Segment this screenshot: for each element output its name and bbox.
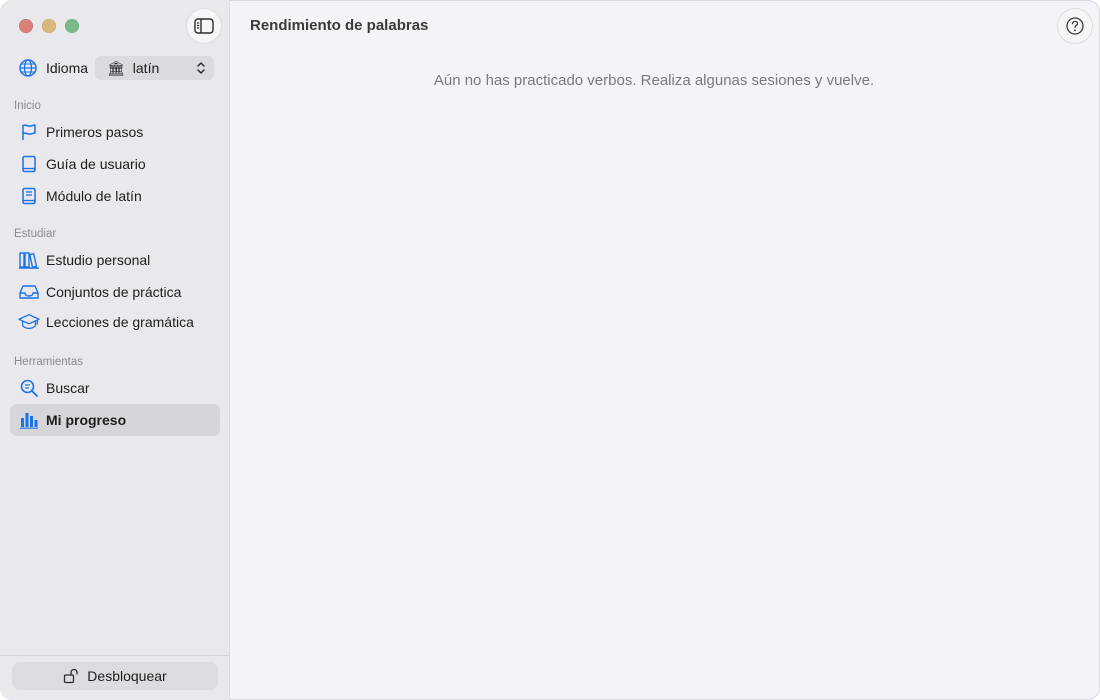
section-title-inicio: Inicio <box>14 100 41 112</box>
sidebar-item-lecciones-gramatica[interactable]: Lecciones de gramática <box>10 306 220 338</box>
zoom-window-button[interactable] <box>65 19 79 33</box>
tray-icon <box>18 281 40 303</box>
app-window: Idioma 🏛 latín Inicio Primeros pasos Guí… <box>0 0 1100 700</box>
language-row: Idioma 🏛 latín <box>18 56 214 80</box>
chevron-updown-icon <box>197 62 205 74</box>
sidebar-item-primeros-pasos[interactable]: Primeros pasos <box>10 116 220 148</box>
sidebar-divider <box>0 655 230 656</box>
sidebar-item-estudio-personal[interactable]: Estudio personal <box>10 244 220 276</box>
sidebar-item-modulo-latin[interactable]: Módulo de latín <box>10 180 220 212</box>
window-controls <box>19 19 79 33</box>
sidebar-item-conjuntos-practica[interactable]: Conjuntos de práctica <box>10 276 220 308</box>
sidebar-item-label: Conjuntos de práctica <box>46 284 182 300</box>
sidebar-item-label: Mi progreso <box>46 412 127 428</box>
help-button[interactable] <box>1057 8 1093 44</box>
unlock-label: Desbloquear <box>87 668 167 684</box>
sidebar-item-label: Estudio personal <box>46 252 151 268</box>
search-icon <box>18 377 40 399</box>
sidebar-item-mi-progreso[interactable]: Mi progreso <box>10 404 220 436</box>
sidebar-item-buscar[interactable]: Buscar <box>10 372 220 404</box>
unlock-button[interactable]: Desbloquear <box>12 662 218 690</box>
temple-icon: 🏛 <box>107 59 125 76</box>
flag-icon <box>18 121 40 143</box>
graduation-cap-icon <box>18 311 40 333</box>
empty-state-message: Aún no has practicado verbos. Realiza al… <box>433 72 875 89</box>
sidebar-item-label: Lecciones de gramática <box>46 314 194 330</box>
page-title: Rendimiento de palabras <box>250 17 429 34</box>
sidebar-item-guia-usuario[interactable]: Guía de usuario <box>10 148 220 180</box>
bar-chart-icon <box>18 409 40 431</box>
module-book-icon <box>18 185 40 207</box>
section-title-estudiar: Estudiar <box>14 228 57 240</box>
book-icon <box>18 153 40 175</box>
sidebar-item-label: Primeros pasos <box>46 124 144 140</box>
sidebar-item-label: Buscar <box>46 380 90 396</box>
unlock-icon <box>64 668 78 684</box>
language-value: latín <box>132 60 160 76</box>
minimize-window-button[interactable] <box>42 19 56 33</box>
sidebar-item-label: Módulo de latín <box>46 188 142 204</box>
main-content: Rendimiento de palabras Aún no has pract… <box>231 0 1100 700</box>
sidebar: Idioma 🏛 latín Inicio Primeros pasos Guí… <box>0 0 230 700</box>
question-mark-icon <box>1066 17 1084 35</box>
language-label: Idioma <box>46 60 89 76</box>
section-title-herramientas: Herramientas <box>14 356 84 368</box>
language-select[interactable]: 🏛 latín <box>95 56 214 80</box>
books-icon <box>18 249 40 271</box>
sidebar-toggle-icon <box>194 18 214 34</box>
close-window-button[interactable] <box>19 19 33 33</box>
sidebar-item-label: Guía de usuario <box>46 156 146 172</box>
sidebar-toggle-button[interactable] <box>186 8 222 44</box>
globe-icon <box>19 59 37 77</box>
